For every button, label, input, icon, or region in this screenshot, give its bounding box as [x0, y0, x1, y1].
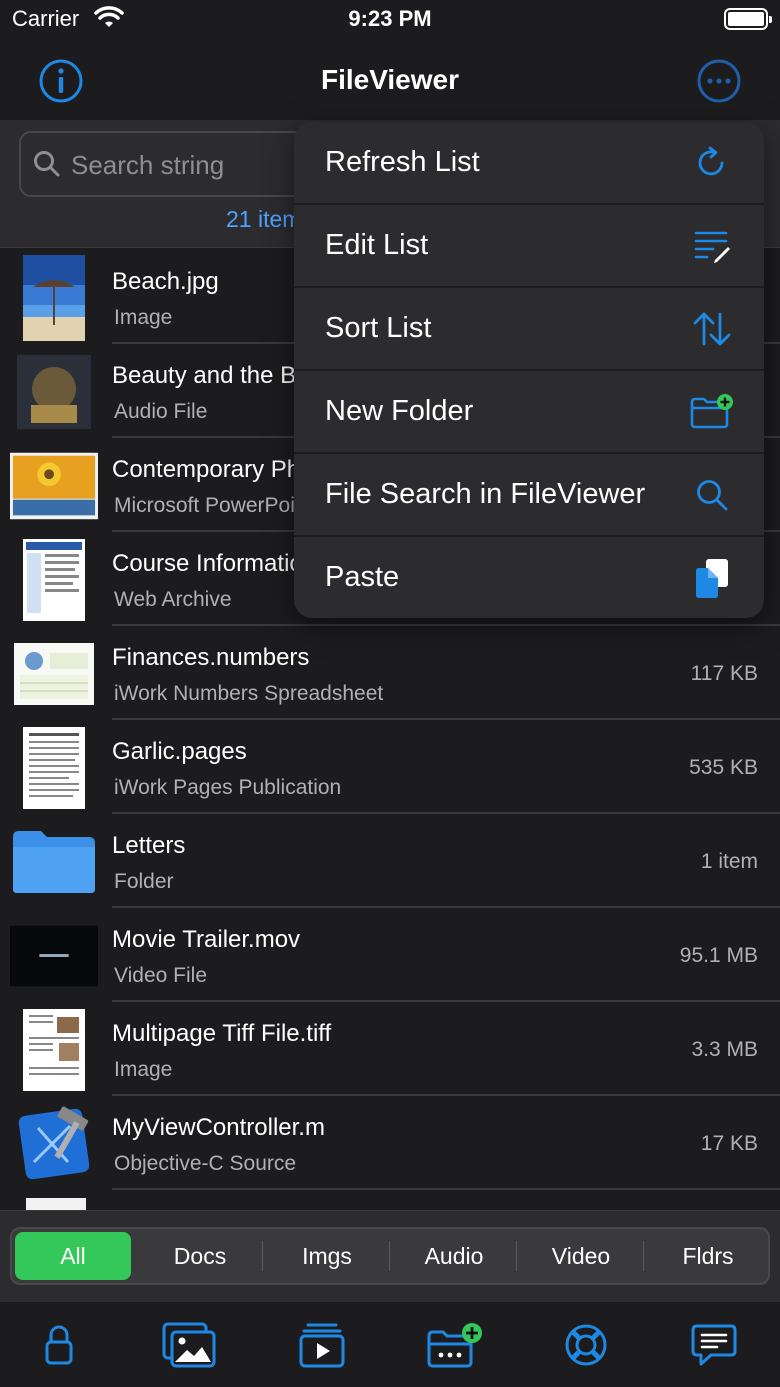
row-separator	[112, 1188, 780, 1190]
menu-item-label: Refresh List	[325, 146, 480, 178]
spreadsheet-thumbnail	[10, 632, 98, 716]
file-name: Finances.numbers	[112, 644, 310, 671]
file-name: Multipage Tiff File.tiff	[112, 1020, 332, 1047]
list-item[interactable]: Multipage Tiff File.tiff Image 3.3 MB	[0, 1002, 780, 1096]
partial-thumbnail	[26, 1198, 86, 1210]
list-item[interactable]: Letters Folder 1 item	[0, 814, 780, 908]
file-name: Course Information	[112, 550, 317, 577]
menu-item-refresh-list[interactable]: Refresh List	[294, 122, 764, 205]
file-name: Movie Trailer.mov	[112, 926, 301, 953]
photos-icon[interactable]	[159, 1320, 219, 1370]
file-name: MyViewController.m	[112, 1114, 325, 1141]
edit-list-icon	[690, 224, 734, 268]
menu-item-edit-list[interactable]: Edit List	[294, 205, 764, 288]
filter-imgs[interactable]: Imgs	[269, 1232, 385, 1280]
file-size: 117 KB	[690, 662, 758, 685]
paste-icon	[690, 556, 734, 600]
actions-menu: Refresh List Edit List Sort List New Fol…	[294, 122, 764, 618]
file-type: Microsoft PowerPoint	[114, 494, 313, 517]
image-thumbnail	[10, 255, 98, 341]
search-icon	[33, 150, 61, 183]
file-name: Beach.jpg	[112, 268, 219, 295]
web-archive-thumbnail	[10, 538, 98, 622]
add-folder-icon[interactable]	[424, 1320, 484, 1370]
filter-docs[interactable]: Docs	[142, 1232, 258, 1280]
page-title: FileViewer	[320, 64, 459, 95]
file-type: Web Archive	[114, 588, 232, 611]
tab-bar	[0, 1302, 780, 1387]
xcode-icon	[10, 1102, 98, 1186]
filter-audio[interactable]: Audio	[396, 1232, 512, 1280]
filter-all[interactable]: All	[15, 1232, 131, 1280]
clock: 9:23 PM	[348, 6, 432, 31]
presentation-thumbnail	[10, 444, 98, 528]
file-type: iWork Numbers Spreadsheet	[114, 682, 384, 705]
file-type: iWork Pages Publication	[114, 776, 342, 799]
file-name: Garlic.pages	[112, 738, 247, 765]
new-folder-icon	[690, 390, 734, 434]
file-type: Audio File	[114, 400, 208, 423]
file-type: Video File	[114, 964, 208, 987]
message-icon[interactable]	[684, 1320, 744, 1370]
search-placeholder: Search string	[71, 150, 225, 180]
refresh-icon	[690, 141, 734, 185]
video-thumbnail	[10, 914, 98, 998]
file-size: 535 KB	[689, 756, 758, 779]
list-item[interactable]: Finances.numbers iWork Numbers Spreadshe…	[0, 626, 780, 720]
file-type: Image	[114, 306, 173, 329]
list-item[interactable]: MyViewController.m Objective-C Source 17…	[0, 1096, 780, 1190]
lifebuoy-icon[interactable]	[556, 1320, 616, 1370]
status-bar: Carrier 9:23 PM	[0, 0, 780, 44]
play-icon[interactable]	[292, 1320, 352, 1370]
menu-item-label: Edit List	[325, 229, 429, 261]
folder-icon	[10, 820, 98, 904]
file-size: 3.3 MB	[691, 1038, 758, 1061]
navigation-bar: FileViewer	[0, 44, 780, 120]
file-size: 95.1 MB	[679, 944, 758, 967]
file-name: Letters	[112, 832, 186, 859]
file-type: Image	[114, 1058, 173, 1081]
menu-item-sort-list[interactable]: Sort List	[294, 288, 764, 371]
file-type: Objective-C Source	[114, 1152, 297, 1175]
filter-video[interactable]: Video	[523, 1232, 639, 1280]
sort-icon	[690, 307, 734, 351]
menu-item-file-search[interactable]: File Search in FileViewer	[294, 454, 764, 537]
search-icon	[690, 473, 734, 517]
list-item[interactable]: Garlic.pages iWork Pages Publication 535…	[0, 720, 780, 814]
tiff-thumbnail	[10, 1008, 98, 1092]
lock-icon[interactable]	[29, 1320, 89, 1370]
menu-item-label: New Folder	[325, 395, 474, 427]
more-options-icon[interactable]	[696, 58, 742, 104]
file-size: 1 item	[700, 850, 758, 873]
filter-folders[interactable]: Fldrs	[650, 1232, 766, 1280]
file-type: Folder	[114, 870, 174, 893]
album-art-thumbnail	[10, 350, 98, 434]
list-item[interactable]: Movie Trailer.mov Video File 95.1 MB	[0, 908, 780, 1002]
battery-icon	[724, 8, 772, 30]
menu-item-paste[interactable]: Paste	[294, 537, 764, 618]
filter-segmented-control: All Docs Imgs Audio Video Fldrs	[10, 1227, 770, 1285]
menu-item-label: Sort List	[325, 312, 432, 344]
file-size: 17 KB	[700, 1132, 758, 1155]
menu-item-label: Paste	[325, 561, 400, 593]
search-input[interactable]: Search string	[19, 131, 309, 197]
menu-item-label: File Search in FileViewer	[325, 478, 646, 510]
document-thumbnail	[10, 726, 98, 810]
menu-item-new-folder[interactable]: New Folder	[294, 371, 764, 454]
filter-bar: All Docs Imgs Audio Video Fldrs	[0, 1210, 780, 1302]
